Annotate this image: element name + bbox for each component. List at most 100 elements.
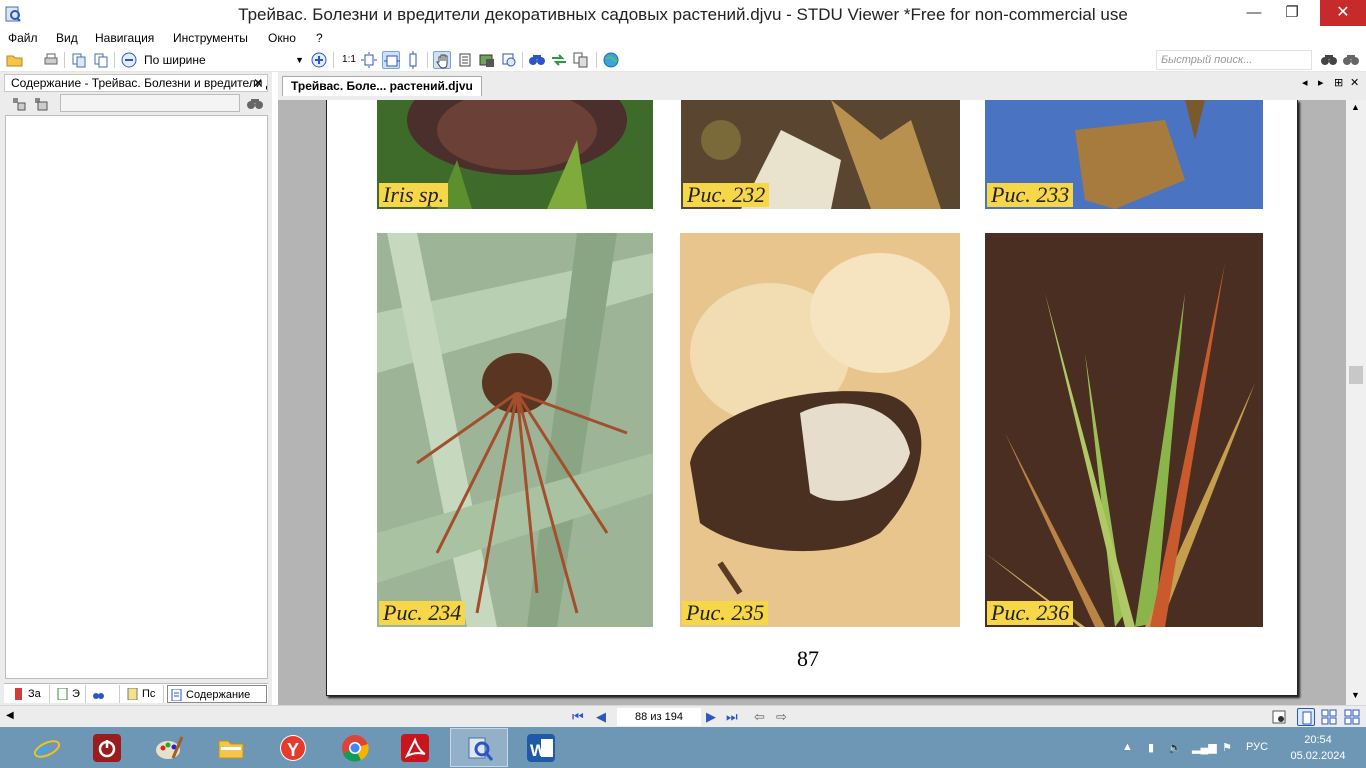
taskbar-word[interactable]: W (512, 728, 570, 767)
taskbar-paint[interactable] (140, 728, 198, 767)
pages-icon[interactable] (572, 51, 590, 69)
minimize-button[interactable]: — (1236, 0, 1272, 26)
tab-next-icon[interactable]: ▸ (1318, 76, 1324, 89)
hand-tool-icon[interactable] (433, 51, 451, 69)
tab-bookmarks[interactable]: За (10, 685, 50, 703)
taskbar-explorer[interactable] (202, 728, 260, 767)
single-page-view-icon[interactable] (1297, 708, 1315, 726)
page-view[interactable]: Iris sp. Рис. 232 Рис. 233 Рис. 234 Рис.… (278, 100, 1346, 705)
menu-navigation[interactable]: Навигация (95, 31, 154, 45)
find-next-icon[interactable] (550, 51, 568, 69)
history-forward-icon[interactable]: ⇨ (776, 710, 790, 724)
volume-icon[interactable]: 🔈 (1168, 741, 1182, 754)
web-icon[interactable] (602, 51, 620, 69)
menu-tools[interactable]: Инструменты (173, 31, 248, 45)
sidebar-search-input[interactable] (60, 94, 240, 112)
caption-234: Рис. 234 (379, 601, 466, 625)
history-back-icon[interactable]: ⇦ (754, 710, 768, 724)
contents-tree[interactable] (5, 115, 268, 679)
stdu-viewer-icon (466, 735, 494, 763)
chevron-down-icon: ▼ (295, 55, 304, 65)
prev-page-icon[interactable]: ◀ (596, 710, 610, 724)
document-tab[interactable]: Трейвас. Боле... растений.djvu (282, 76, 482, 96)
tab-pages[interactable]: Пс (124, 685, 164, 703)
find-icon[interactable] (528, 51, 546, 69)
sidebar-header: Содержание - Трейвас. Болезни и вредител… (4, 74, 268, 92)
menu-window[interactable]: Окно (268, 31, 296, 45)
network-icon[interactable]: ▂▄▆ (1192, 741, 1217, 754)
scrollbar-thumb[interactable] (1349, 366, 1363, 384)
select-text-icon[interactable] (456, 51, 474, 69)
contents-icon (171, 689, 182, 701)
snapshot-icon[interactable] (500, 51, 518, 69)
tab-contents[interactable]: Содержание (167, 685, 267, 703)
zoom-select[interactable]: По ширине ▼ (138, 50, 308, 70)
tab-list-icon[interactable]: ⊞ (1334, 76, 1343, 89)
yandex-browser-icon: Y (279, 734, 307, 762)
taskbar-acrobat[interactable] (386, 728, 444, 767)
tab-search[interactable] (90, 685, 120, 703)
maximize-button[interactable]: ❐ (1274, 0, 1310, 26)
tab-thumbnails[interactable]: Э (54, 685, 86, 703)
zoom-out-icon[interactable] (120, 51, 138, 69)
taskbar-chrome[interactable] (326, 728, 384, 767)
tab-label: Содержание (186, 689, 251, 701)
vertical-scrollbar[interactable]: ▲ ▼ (1346, 100, 1366, 705)
taskbar-ie[interactable]: e (18, 728, 76, 767)
copy-text-icon[interactable] (92, 51, 110, 69)
close-icon[interactable]: ✕ (253, 75, 263, 91)
next-page-icon[interactable]: ▶ (706, 710, 720, 724)
clock-date: 05.02.2024 (1290, 750, 1346, 762)
separator (427, 52, 428, 68)
palette-icon (155, 734, 184, 762)
scroll-down-icon[interactable]: ▼ (1351, 690, 1360, 700)
tab-close-icon[interactable]: ✕ (1350, 76, 1359, 89)
select-image-icon[interactable] (478, 51, 496, 69)
two-page-view-icon[interactable] (1320, 708, 1338, 726)
search-options-icon[interactable] (1342, 51, 1360, 69)
fit-width-icon[interactable] (382, 51, 400, 69)
flag-icon[interactable]: ⚑ (1222, 741, 1232, 754)
page-indicator[interactable]: 88 из 194 (617, 708, 701, 726)
quick-search-input[interactable]: Быстрый поиск... (1156, 50, 1312, 70)
search-icon[interactable] (1320, 51, 1338, 69)
scroll-up-icon[interactable]: ▲ (1351, 102, 1360, 112)
expand-icon[interactable] (10, 95, 28, 113)
battery-icon[interactable]: ▮ (1148, 741, 1154, 754)
taskbar-stdu-viewer[interactable] (450, 728, 508, 767)
zoom-in-icon[interactable] (310, 51, 328, 69)
sidebar-search-icon[interactable] (246, 95, 264, 113)
taskbar-shutdown[interactable] (78, 728, 136, 767)
open-folder-icon[interactable] (6, 51, 24, 69)
clock[interactable]: 20:54 05.02.2024 (1288, 732, 1348, 764)
continuous-view-icon[interactable] (1343, 708, 1361, 726)
last-page-icon[interactable]: ⏭ (726, 710, 740, 724)
chrome-icon (341, 734, 369, 762)
menu-view[interactable]: Вид (56, 31, 78, 45)
document-area: Трейвас. Боле... растений.djvu ◂ ▸ ⊞ ✕ I… (278, 72, 1366, 705)
title-bar: Трейвас. Болезни и вредители декоративны… (0, 0, 1366, 28)
settings-icon[interactable] (1270, 708, 1288, 726)
photo-232: Рис. 232 (681, 100, 960, 209)
close-button[interactable]: ✕ (1320, 0, 1366, 26)
tab-prev-icon[interactable]: ◂ (1302, 76, 1308, 89)
separator (522, 52, 523, 68)
copy-page-icon[interactable] (70, 51, 88, 69)
menu-file[interactable]: Файл (8, 31, 38, 45)
separator (596, 52, 597, 68)
taskbar-yandex[interactable]: Y (264, 728, 322, 767)
toolbar: По ширине ▼ 1:1 Быстрый поиск... (0, 48, 1366, 72)
caption-232: Рис. 232 (683, 183, 770, 207)
first-page-icon[interactable]: ⏮ (572, 710, 586, 724)
fit-page-icon[interactable] (360, 51, 378, 69)
actual-size-button[interactable]: 1:1 (340, 51, 358, 69)
fit-height-icon[interactable] (404, 51, 422, 69)
scroll-left-icon[interactable]: ◀ (6, 710, 14, 721)
print-icon[interactable] (42, 51, 60, 69)
show-hidden-icons[interactable]: ▲ (1122, 741, 1133, 753)
collapse-icon[interactable] (32, 95, 50, 113)
menu-help[interactable]: ? (316, 31, 323, 45)
caption-236: Рис. 236 (987, 601, 1074, 625)
svg-text:W: W (530, 741, 547, 760)
language-indicator[interactable]: РУС (1246, 741, 1268, 753)
